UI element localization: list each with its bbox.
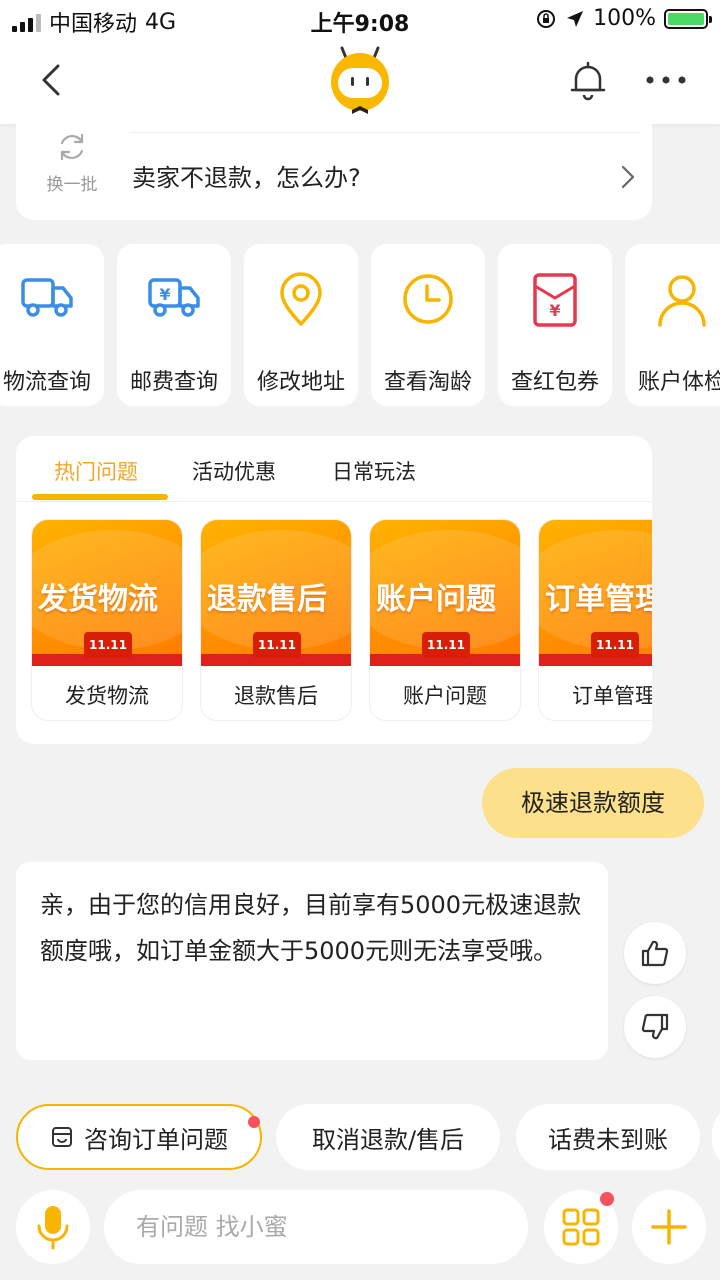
refresh-icon xyxy=(60,133,84,161)
chip-label: 取消退款/售后 xyxy=(311,1125,465,1154)
add-button[interactable] xyxy=(632,1190,706,1264)
topic-card-orders[interactable]: 订单管理 11.11 订单管理 xyxy=(539,520,652,720)
suggestion-card: 换一批 卖家不退款，怎么办? xyxy=(16,124,652,220)
battery-icon xyxy=(664,8,712,29)
banner-title: 订单管理 xyxy=(545,582,652,617)
notification-dot xyxy=(248,1116,260,1128)
location-arrow-icon xyxy=(567,10,584,27)
service-red-envelope[interactable]: ¥ 查红包券 xyxy=(498,244,612,406)
topic-label: 发货物流 xyxy=(65,684,149,708)
user-icon xyxy=(658,275,706,327)
service-change-address[interactable]: 修改地址 xyxy=(244,244,358,406)
red-envelope-icon: ¥ xyxy=(533,273,577,327)
service-label: 查红包券 xyxy=(510,370,599,395)
topic-card-account[interactable]: 账户问题 11.11 账户问题 xyxy=(370,520,520,720)
status-bar: 中国移动 4G 上午9:08 100% xyxy=(0,0,720,40)
grid-icon xyxy=(562,1208,600,1246)
double11-tag: 11.11 xyxy=(422,632,470,658)
status-right: 100% xyxy=(535,6,712,31)
rotation-lock-icon xyxy=(537,9,556,28)
tab-hot[interactable]: 热门问题 xyxy=(54,456,138,486)
topic-tabs: 热门问题 活动优惠 日常玩法 xyxy=(16,436,652,502)
input-bar xyxy=(0,1180,720,1280)
services-row: 物流查询 ¥ 邮费查询 修改地址 查看淘龄 ¥ 查红包券 账户体检 xyxy=(0,244,720,408)
tab-underline xyxy=(32,494,168,500)
topic-label: 账户问题 xyxy=(403,684,487,708)
truck-icon xyxy=(21,278,73,317)
double11-tag: 11.11 xyxy=(253,632,301,658)
bot-reply-bubble: 亲，由于您的信用良好，目前享有5000元极速退款额度哦，如订单金额大于5000元… xyxy=(16,862,608,1060)
thumbs-down-icon xyxy=(641,1013,669,1040)
service-label: 查看淘龄 xyxy=(383,370,472,395)
thumbs-down-button[interactable] xyxy=(624,996,686,1058)
thumbs-up-icon xyxy=(641,940,669,967)
refresh-batch-button[interactable]: 换一批 xyxy=(42,130,102,195)
service-label: 账户体检 xyxy=(637,370,720,395)
topic-banner: 账户问题 11.11 xyxy=(370,520,520,666)
suggested-question[interactable]: 卖家不退款，怎么办? xyxy=(132,158,361,193)
chip-label: 咨询订单问题 xyxy=(84,1125,228,1154)
voice-button[interactable] xyxy=(16,1190,90,1264)
topic-card-refund[interactable]: 退款售后 11.11 退款售后 xyxy=(201,520,351,720)
topic-banner: 发货物流 11.11 xyxy=(32,520,182,666)
bell-icon[interactable] xyxy=(566,58,610,102)
chevron-left-icon[interactable] xyxy=(32,60,72,100)
topic-label: 订单管理 xyxy=(572,684,652,708)
service-label: 修改地址 xyxy=(256,370,345,395)
banner-title: 账户问题 xyxy=(376,582,496,617)
service-postage[interactable]: ¥ 邮费查询 xyxy=(117,244,231,406)
topic-label: 退款售后 xyxy=(234,684,318,708)
service-account-age[interactable]: 查看淘龄 xyxy=(371,244,485,406)
clock-icon xyxy=(403,274,453,324)
quick-reply-chips: 咨询订单问题 取消退款/售后 话费未到账 xyxy=(0,1104,720,1172)
microphone-icon xyxy=(37,1206,69,1250)
location-pin-icon xyxy=(280,272,322,326)
service-logistics[interactable]: 物流查询 xyxy=(0,244,104,406)
message-input[interactable] xyxy=(104,1190,528,1264)
topic-card-shipping[interactable]: 发货物流 11.11 发货物流 xyxy=(32,520,182,720)
topic-banner: 订单管理 11.11 xyxy=(539,520,652,666)
svg-text:¥: ¥ xyxy=(549,301,560,320)
double11-tag: 11.11 xyxy=(84,632,132,658)
order-icon xyxy=(52,1127,72,1147)
navbar xyxy=(0,40,720,124)
service-account-check[interactable]: 账户体检 xyxy=(625,244,720,406)
service-label: 邮费查询 xyxy=(129,370,218,395)
notification-dot xyxy=(600,1192,614,1206)
thumbs-up-button[interactable] xyxy=(624,922,686,984)
chevron-right-icon xyxy=(621,165,635,189)
plus-icon xyxy=(651,1209,687,1245)
double11-tag: 11.11 xyxy=(591,632,639,658)
mascot-icon xyxy=(331,46,389,114)
hot-questions-card: 热门问题 活动优惠 日常玩法 发货物流 11.11 发货物流 退款售后 11.1… xyxy=(16,436,652,744)
tab-promotions[interactable]: 活动优惠 xyxy=(192,456,276,486)
banner-title: 发货物流 xyxy=(38,582,158,617)
refresh-label: 换一批 xyxy=(46,175,98,195)
battery-percent: 100% xyxy=(593,6,656,31)
user-message-bubble: 极速退款额度 xyxy=(482,768,704,838)
chip-label: 话费未到账 xyxy=(548,1125,668,1154)
postage-truck-icon: ¥ xyxy=(148,278,200,317)
more-dots-icon[interactable] xyxy=(644,62,688,98)
banner-title: 退款售后 xyxy=(207,582,327,617)
chip-order-inquiry[interactable]: 咨询订单问题 xyxy=(16,1104,262,1170)
service-label: 物流查询 xyxy=(2,370,91,395)
chip-cancel-refund[interactable]: 取消退款/售后 xyxy=(276,1104,500,1170)
chip-phone-bill[interactable]: 话费未到账 xyxy=(516,1104,700,1170)
divider xyxy=(130,132,640,133)
tab-daily[interactable]: 日常玩法 xyxy=(332,456,416,486)
chip-more[interactable] xyxy=(712,1104,720,1170)
svg-text:¥: ¥ xyxy=(159,285,170,304)
topic-banner: 退款售后 11.11 xyxy=(201,520,351,666)
